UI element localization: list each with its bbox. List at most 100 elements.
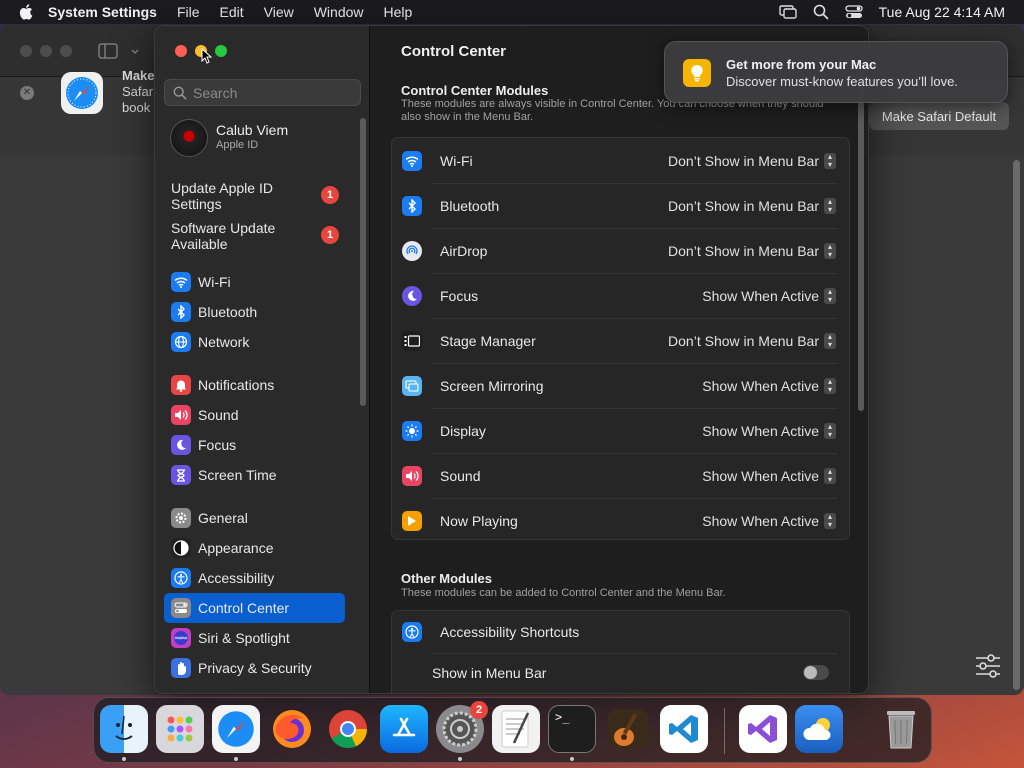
show-in-menu-bar-toggle[interactable] [803,665,829,680]
screen-mirroring-icon[interactable] [778,5,797,19]
sidebar-item-sound[interactable]: Sound [164,400,345,430]
stage-manager-icon [402,330,422,351]
trash-icon[interactable] [877,705,925,753]
popup-stepper-icon[interactable]: ▴ ▾ [824,242,836,259]
module-label: Screen Mirroring [440,377,544,394]
close-banner-icon[interactable]: ✕ [20,86,34,100]
sidebar-item-control-center[interactable]: Control Center [164,593,345,623]
apple-menu-icon[interactable] [18,3,36,21]
search-input[interactable] [193,84,353,101]
notification-banner[interactable]: Get more from your Mac Discover must-kno… [664,41,1008,103]
settings-sidebar: Calub Viem Apple ID Update Apple ID Sett… [155,26,370,693]
safari-minimize-button[interactable] [40,45,52,57]
dock-separator [724,708,725,754]
textedit-icon[interactable] [492,705,540,753]
sidebar-item-general[interactable]: General [164,503,345,533]
menu-bar-clock[interactable]: Tue Aug 22 4:14 AM [879,4,1005,20]
page-title: Control Center [401,43,506,60]
module-row-accessibility-shortcuts: Accessibility Shortcuts [392,611,849,653]
sidebar-toggle-icon[interactable] [98,43,118,59]
avatar [170,119,208,157]
vscode-icon[interactable] [660,705,708,753]
sidebar-item-privacy-security[interactable]: Privacy & Security [164,653,345,683]
view-menu[interactable]: View [264,4,294,20]
visual-studio-icon[interactable] [739,705,787,753]
show-in-menu-bar-row: Show in Menu Bar [392,653,849,693]
sidebar-item-label: Bluetooth [198,304,258,320]
safari-zoom-button[interactable] [60,45,72,57]
software-update-item[interactable]: Software Update Available [171,220,291,252]
control-center-pane: Control Center Control Center Modules Th… [371,26,868,693]
chevron-down-icon[interactable] [131,49,139,55]
hourglass-icon [171,465,191,485]
sidebar-item-label: Privacy & Security [198,660,312,676]
mouse-cursor-icon [201,48,213,64]
control-center-icon[interactable] [844,5,863,19]
edit-menu[interactable]: Edit [220,4,244,20]
apple-id-account[interactable]: Calub Viem Apple ID [170,119,288,157]
module-visibility-select[interactable]: Don’t Show in Menu Bar [668,243,819,259]
module-row-wifi: Wi-Fi Don’t Show in Menu Bar ▴ ▾ [392,138,849,183]
sidebar-scrollbar[interactable] [360,118,366,406]
module-visibility-select[interactable]: Don’t Show in Menu Bar [668,333,819,349]
sliders-icon[interactable] [974,654,1002,678]
launchpad-icon[interactable] [156,705,204,753]
menu-bar: System Settings File Edit View Window He… [0,0,1024,24]
zoom-button[interactable] [215,45,227,57]
sidebar-item-wifi[interactable]: Wi-Fi [164,267,345,297]
popup-stepper-icon[interactable]: ▴ ▾ [824,512,836,529]
sidebar-item-siri-spotlight[interactable]: Siri & Spotlight [164,623,345,653]
moon-icon [402,285,422,306]
module-visibility-select[interactable]: Don’t Show in Menu Bar [668,153,819,169]
main-scrollbar[interactable] [858,66,864,411]
popup-stepper-icon[interactable]: ▴ ▾ [824,197,836,214]
module-visibility-select[interactable]: Show When Active [702,288,819,304]
module-visibility-select[interactable]: Show When Active [702,468,819,484]
speaker-icon [171,405,191,425]
module-row-now-playing: Now Playing Show When Active ▴ ▾ [392,498,849,543]
sidebar-item-focus[interactable]: Focus [164,430,345,460]
help-menu[interactable]: Help [384,4,413,20]
popup-stepper-icon[interactable]: ▴ ▾ [824,467,836,484]
module-row-screen-mirroring: Screen Mirroring Show When Active ▴ ▾ [392,363,849,408]
make-safari-default-button[interactable]: Make Safari Default [869,102,1009,130]
update-apple-id-item[interactable]: Update Apple ID Settings [171,180,291,212]
sidebar-item-accessibility[interactable]: Accessibility [164,563,345,593]
popup-stepper-icon[interactable]: ▴ ▾ [824,152,836,169]
sidebar-item-appearance[interactable]: Appearance [164,533,345,563]
sidebar-item-bluetooth[interactable]: Bluetooth [164,297,345,327]
file-menu[interactable]: File [177,4,200,20]
safari-icon[interactable] [212,705,260,753]
popup-stepper-icon[interactable]: ▴ ▾ [824,377,836,394]
sidebar-item-network[interactable]: Network [164,327,345,357]
popup-stepper-icon[interactable]: ▴ ▾ [824,332,836,349]
sidebar-item-notifications[interactable]: Notifications [164,370,345,400]
module-visibility-select[interactable]: Don’t Show in Menu Bar [668,198,819,214]
chrome-icon[interactable] [324,705,372,753]
app-store-icon[interactable] [380,705,428,753]
app-name-menu[interactable]: System Settings [48,4,157,20]
weather-icon[interactable] [795,705,843,753]
firefox-icon[interactable] [268,705,316,753]
airdrop-icon [402,240,422,261]
safari-scrollbar[interactable] [1013,160,1020,690]
sidebar-item-screen-time[interactable]: Screen Time [164,460,345,490]
module-visibility-select[interactable]: Show When Active [702,423,819,439]
spotlight-search-icon[interactable] [813,4,829,20]
system-settings-window: Calub Viem Apple ID Update Apple ID Sett… [154,25,869,694]
module-label: Now Playing [440,512,518,529]
window-menu[interactable]: Window [314,4,364,20]
popup-stepper-icon[interactable]: ▴ ▾ [824,287,836,304]
sun-icon [402,420,422,441]
module-visibility-select[interactable]: Show When Active [702,378,819,394]
sidebar-search[interactable] [164,79,361,106]
sidebar-item-label: Focus [198,437,237,453]
module-visibility-select[interactable]: Show When Active [702,513,819,529]
finder-icon[interactable] [100,705,148,753]
terminal-icon[interactable]: >_ [548,705,596,753]
close-button[interactable] [175,45,187,57]
garageband-icon[interactable] [604,705,652,753]
module-row-sound: Sound Show When Active ▴ ▾ [392,453,849,498]
safari-close-button[interactable] [20,45,32,57]
popup-stepper-icon[interactable]: ▴ ▾ [824,422,836,439]
